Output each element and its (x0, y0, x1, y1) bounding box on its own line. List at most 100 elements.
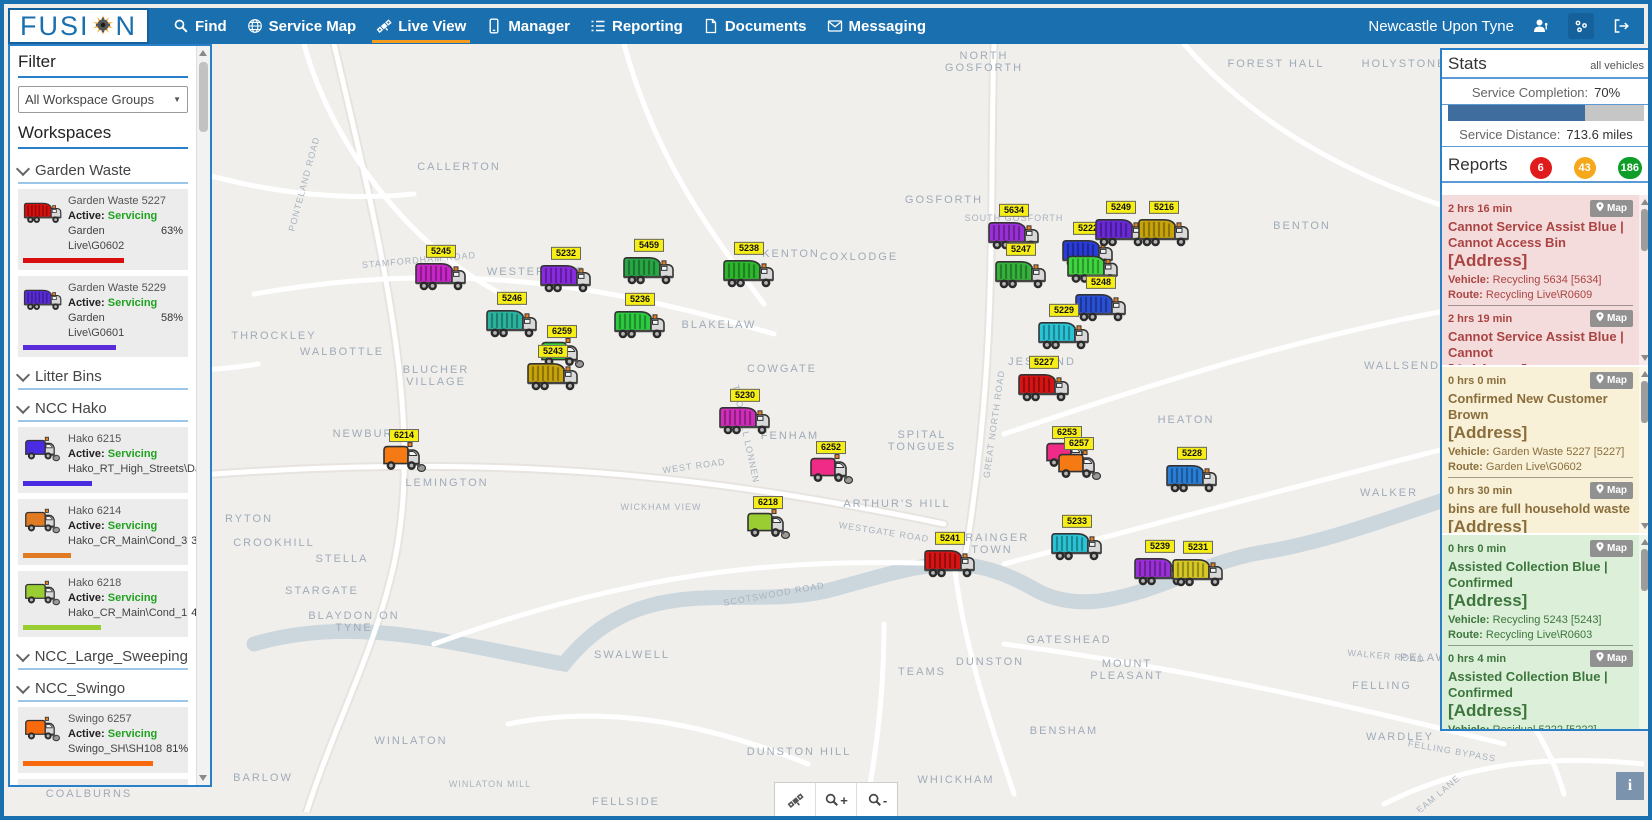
map-vehicle-5231[interactable]: 5231 (1171, 541, 1225, 594)
vehicle-map-label: 5232 (551, 247, 581, 260)
workspace-group-litter-bins[interactable]: Litter Bins (18, 363, 188, 390)
workspace-group-ncc-hako[interactable]: NCC Hako (18, 395, 188, 422)
scroll-up-icon[interactable] (199, 50, 207, 56)
workspaces-title: Workspaces (18, 123, 188, 149)
map-vehicle-5241[interactable]: 5241 (923, 532, 977, 585)
vehicle-progress-bar (23, 761, 153, 766)
scroll-thumb[interactable] (1641, 381, 1648, 423)
vehicle-map-label: 5228 (1177, 447, 1207, 460)
nav-item-label: Documents (725, 18, 807, 35)
nav-item-label: Live View (398, 18, 466, 35)
vehicle-card-swingo-6257[interactable]: Swingo 6257Active: ServicingSwingo_SH\SH… (18, 707, 188, 773)
vehicle-card-hako-6215[interactable]: Hako 6215Active: ServicingHako_RT_High_S… (18, 427, 188, 493)
map-button[interactable]: Map (1590, 200, 1633, 217)
report-badge-2[interactable]: 186 (1618, 157, 1642, 179)
map-vehicle-5216[interactable]: 5216 (1137, 201, 1191, 254)
map-vehicle-5243[interactable]: 5243 (526, 345, 580, 398)
map-label-holystone: HOLYSTONE (1362, 58, 1447, 70)
map-button[interactable]: Map (1590, 650, 1633, 667)
scroll-down-icon[interactable] (1641, 523, 1649, 529)
nav-item-find[interactable]: Find (163, 8, 237, 44)
nav-item-manager[interactable]: Manager (476, 8, 580, 44)
scroll-up-icon[interactable] (1641, 199, 1649, 205)
nav-item-messaging[interactable]: Messaging (817, 8, 937, 44)
map-button[interactable]: Map (1590, 482, 1633, 499)
report-section-scrollbar[interactable] (1639, 535, 1650, 729)
map-button[interactable]: Map (1590, 540, 1633, 557)
nav-item-reporting[interactable]: Reporting (580, 8, 693, 44)
scroll-up-icon[interactable] (1641, 371, 1649, 377)
zoom-in-label: + (840, 793, 848, 808)
scroll-down-icon[interactable] (199, 775, 207, 781)
vehicle-name: Garden Waste 5229 (68, 281, 183, 296)
workspace-group-ncc-large-sweeping[interactable]: NCC_Large_Sweeping (18, 643, 188, 670)
report-badge-0[interactable]: 6 (1530, 157, 1552, 179)
scroll-thumb[interactable] (1641, 209, 1648, 251)
info-button[interactable]: i (1616, 772, 1644, 800)
map-vehicle-6214[interactable]: 6214 (381, 429, 427, 478)
map-vehicle-5459[interactable]: 5459 (622, 239, 676, 292)
map-label-dunston: DUNSTON (956, 656, 1024, 668)
zoom-out-button[interactable]: - (857, 783, 897, 817)
map-button[interactable]: Map (1590, 372, 1633, 389)
map-vehicle-5229[interactable]: 5229 (1037, 304, 1091, 357)
vehicle-card-hako-6214[interactable]: Hako 6214Active: ServicingHako_CR_Main\C… (18, 499, 188, 565)
report-section-scrollbar[interactable] (1639, 367, 1650, 533)
map-vehicle-5247[interactable]: 5247 (994, 243, 1048, 296)
report-cards: 2 hrs 16 minMapCannot Service Assist Blu… (1442, 195, 1639, 365)
map-vehicle-5238[interactable]: 5238 (722, 242, 776, 295)
map-vehicle-5232[interactable]: 5232 (539, 247, 593, 300)
report-card[interactable]: 2 hrs 16 minMapCannot Service Assist Blu… (1448, 200, 1633, 306)
workspace-group-dropdown[interactable]: All Workspace Groups ▼ (18, 86, 188, 113)
truck-icon (1017, 368, 1071, 409)
vehicle-card-swingo-6259[interactable]: Swingo 6259Active: ServicingSwingo_SH\SH… (18, 779, 188, 785)
user-icon[interactable] (1528, 13, 1554, 39)
scroll-thumb[interactable] (1641, 549, 1648, 591)
logout-icon[interactable] (1608, 13, 1634, 39)
zoom-in-button[interactable]: + (816, 783, 857, 817)
map-label-ryton: RYTON (225, 513, 273, 525)
map-vehicle-5246[interactable]: 5246 (485, 292, 539, 345)
fusion-logo[interactable]: FUSI N (8, 8, 149, 44)
map-vehicle-5233[interactable]: 5233 (1050, 515, 1104, 568)
vehicle-card-hako-6218[interactable]: Hako 6218Active: ServicingHako_CR_Main\C… (18, 571, 188, 637)
report-card[interactable]: 0 hrs 30 minMapbins are full household w… (1448, 482, 1633, 533)
report-card[interactable]: 0 hrs 4 minMapAssisted Collection Blue |… (1448, 650, 1633, 729)
nav-item-live-view[interactable]: Live View (366, 8, 476, 44)
scroll-up-icon[interactable] (1641, 539, 1649, 545)
sidebar-scrollbar[interactable] (196, 46, 210, 785)
sidebar-scroll-thumb[interactable] (199, 62, 208, 132)
vehicle-name: Swingo 6257 (68, 712, 188, 727)
vehicle-route: Swingo_SH\SH108 (68, 742, 162, 757)
vehicle-card-garden-waste-5229[interactable]: Garden Waste 5229Active: ServicingGarden… (18, 276, 188, 357)
scroll-down-icon[interactable] (1641, 355, 1649, 361)
map-vehicle-6257[interactable]: 6257 (1056, 437, 1102, 486)
map-vehicle-6252[interactable]: 6252 (808, 441, 854, 490)
map-label-coxlodge: COXLODGE (820, 251, 898, 263)
report-card[interactable]: 2 hrs 19 minMapCannot Service Assist Blu… (1448, 310, 1633, 365)
workspace-group-ncc-swingo[interactable]: NCC_Swingo (18, 675, 188, 702)
pin-icon (1596, 202, 1604, 215)
nav-item-service-map[interactable]: Service Map (237, 8, 367, 44)
map-canvas[interactable]: NORTH GOSFORTHFOREST HALLHOLYSTONECALLER… (8, 44, 1644, 812)
map-vehicle-5236[interactable]: 5236 (613, 293, 667, 346)
map-vehicle-5227[interactable]: 5227 (1017, 356, 1071, 409)
gears-icon[interactable] (1568, 13, 1594, 39)
map-vehicle-5228[interactable]: 5228 (1165, 447, 1219, 500)
map-vehicle-5245[interactable]: 5245 (414, 245, 468, 298)
map-button[interactable]: Map (1590, 310, 1633, 327)
report-badge-1[interactable]: 43 (1574, 157, 1596, 179)
report-card[interactable]: 0 hrs 0 minMapAssisted Collection Blue |… (1448, 540, 1633, 646)
map-vehicle-6218[interactable]: 6218 (745, 496, 791, 545)
vehicle-card-garden-waste-5227[interactable]: Garden Waste 5227Active: ServicingGarden… (18, 189, 188, 270)
report-card[interactable]: 0 hrs 0 minMapConfirmed New Customer Bro… (1448, 372, 1633, 478)
nav-item-documents[interactable]: Documents (693, 8, 817, 44)
report-address: [Address] (1448, 361, 1633, 365)
report-title: Assisted Collection Blue | Confirmed (1448, 669, 1633, 701)
report-section-scrollbar[interactable] (1639, 195, 1650, 365)
map-vehicle-5230[interactable]: 5230 (718, 389, 772, 442)
track-vehicle-button[interactable] (775, 783, 816, 817)
map-label-cowgate: COWGATE (747, 363, 817, 375)
nav-item-label: Manager (508, 18, 570, 35)
workspace-group-garden-waste[interactable]: Garden Waste (18, 157, 188, 184)
